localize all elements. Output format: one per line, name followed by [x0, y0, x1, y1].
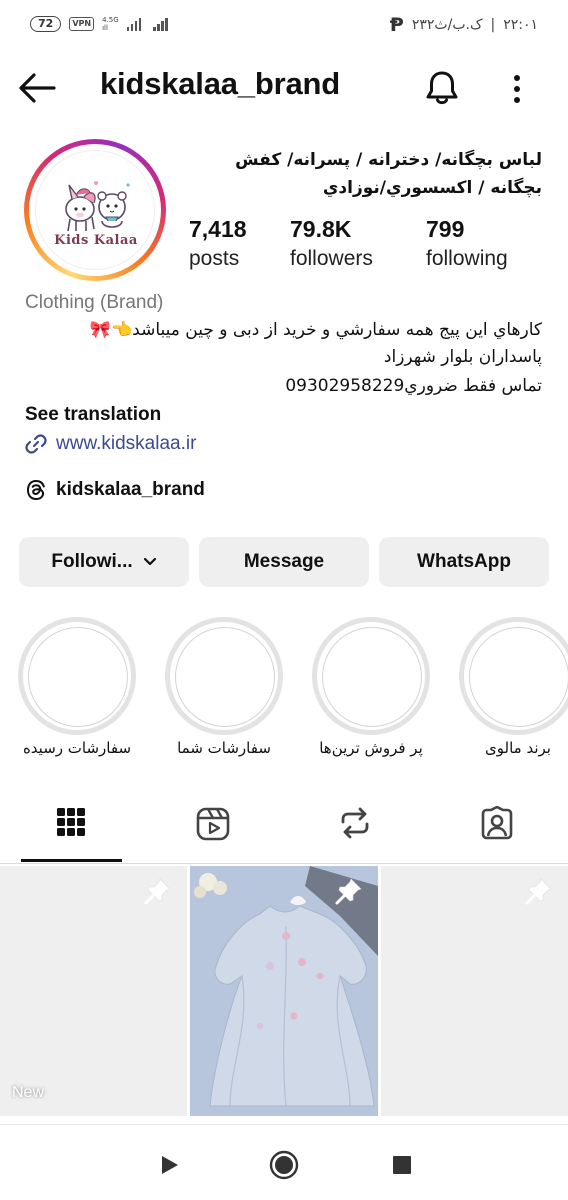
repost-icon	[341, 807, 369, 839]
status-time: ۲۲:۰۱	[503, 17, 538, 33]
stat-following[interactable]: 799 following	[426, 216, 508, 271]
play-icon	[162, 1156, 178, 1174]
tab-tagged[interactable]	[426, 800, 568, 862]
tab-grid[interactable]	[0, 800, 142, 862]
bio-line-2: پاسداران بلوار شهرزاد	[383, 347, 542, 367]
website-link[interactable]: www.kidskalaa.ir	[24, 432, 196, 456]
tagged-person-icon	[481, 806, 513, 840]
grid-icon	[57, 808, 85, 836]
app-notification-icon: Ᵽ	[389, 14, 404, 36]
status-right: Ᵽ ۲۳۲ک.ب/ث | ۲۲:۰۱	[390, 14, 538, 36]
profile-header: kidskalaa_brand	[0, 62, 568, 114]
more-options-button[interactable]	[504, 72, 530, 106]
status-bar: 72 VPN 4.5G ıll Ᵽ ۲۳۲ک.ب/ث | ۲۲:۰۱	[0, 0, 568, 56]
following-button-label: Followi...	[51, 551, 133, 572]
network-type: 4.5G ıll	[102, 16, 119, 32]
vpn-indicator: VPN	[69, 17, 95, 31]
bio-line-3: تماس فقط ضروري09302958229	[285, 376, 542, 396]
profile-stats: 7,418 posts 79.8K followers 799 followin…	[0, 216, 568, 286]
whatsapp-button[interactable]: WhatsApp	[379, 537, 549, 587]
network-sub-label: ıll	[102, 24, 108, 32]
message-button-label: Message	[243, 551, 325, 572]
pin-icon	[335, 878, 362, 905]
tabs-divider	[0, 863, 568, 864]
threads-username: kidskalaa_brand	[56, 479, 205, 500]
back-button[interactable]	[18, 70, 56, 106]
highlight-label: سفارشات شما	[177, 739, 271, 757]
highlight-item[interactable]: سفارشات شما	[164, 617, 284, 757]
more-vertical-icon	[514, 75, 520, 103]
highlight-cover	[459, 617, 568, 735]
reels-icon	[196, 807, 230, 841]
battery-indicator: 72	[30, 16, 62, 32]
highlight-cover	[18, 617, 136, 735]
highlight-item[interactable]: برند مالوی	[458, 617, 568, 757]
post-thumbnail[interactable]	[190, 866, 378, 1116]
post-thumbnail[interactable]	[381, 866, 568, 1116]
bio-line-1: کارهاي اين پيج همه سفارشي و خريد از دبى …	[89, 320, 542, 340]
profile-display-name: لباس بچگانه/ دخترانه / پسرانه/ کفش بچگان…	[235, 150, 542, 198]
post-thumbnail[interactable]: New	[0, 866, 187, 1116]
following-button[interactable]: Followi...	[19, 537, 189, 587]
threads-badge[interactable]: kidskalaa_brand	[24, 478, 205, 502]
followers-label: followers	[290, 247, 373, 270]
threads-icon	[26, 479, 45, 501]
signal-icon	[126, 17, 142, 31]
highlight-cover	[165, 617, 283, 735]
tab-reels[interactable]	[142, 800, 284, 862]
page-title: kidskalaa_brand	[100, 66, 340, 101]
square-icon	[393, 1156, 411, 1174]
message-button[interactable]: Message	[199, 537, 369, 587]
bell-icon	[426, 71, 458, 105]
highlight-item[interactable]: پر فروش ترین‌ها	[311, 617, 431, 757]
following-count: 799	[426, 216, 465, 242]
website-link-text: www.kidskalaa.ir	[56, 433, 197, 454]
home-circle-icon	[269, 1150, 299, 1180]
highlight-label: پر فروش ترین‌ها	[319, 739, 423, 757]
status-divider: |	[490, 17, 496, 33]
pin-icon	[144, 878, 171, 905]
profile-category: Clothing (Brand)	[25, 292, 164, 313]
nav-recents-button[interactable]	[384, 1147, 420, 1183]
signal-2-icon	[153, 17, 168, 31]
nav-back-button[interactable]	[151, 1147, 187, 1183]
active-tab-indicator	[21, 859, 122, 862]
stat-posts[interactable]: 7,418 posts	[189, 216, 247, 271]
nav-home-button[interactable]	[266, 1147, 302, 1183]
link-icon	[25, 434, 47, 454]
highlight-label: سفارشات رسیده	[22, 739, 132, 757]
posts-label: posts	[189, 247, 240, 270]
highlight-item[interactable]: سفارشات رسیده	[17, 617, 137, 757]
notifications-button[interactable]	[422, 68, 462, 108]
system-nav-bar	[0, 1124, 568, 1200]
highlight-cover	[312, 617, 430, 735]
pin-icon	[525, 878, 552, 905]
posts-count: 7,418	[189, 216, 247, 242]
whatsapp-button-label: WhatsApp	[417, 551, 511, 572]
highlight-label: برند مالوی	[485, 739, 551, 757]
network-type-label: 4.5G	[102, 16, 119, 24]
see-translation-link[interactable]: See translation	[25, 404, 161, 426]
back-arrow-icon	[19, 73, 56, 103]
stat-followers[interactable]: 79.8K followers	[290, 216, 373, 271]
following-label: following	[426, 247, 508, 270]
followers-count: 79.8K	[290, 216, 352, 242]
new-label: New	[12, 1084, 45, 1101]
status-date: ۲۳۲ک.ب/ث	[411, 17, 483, 33]
status-left: 72 VPN 4.5G ıll	[30, 16, 168, 32]
chevron-down-icon	[143, 557, 156, 566]
tab-reposts[interactable]	[284, 800, 426, 862]
